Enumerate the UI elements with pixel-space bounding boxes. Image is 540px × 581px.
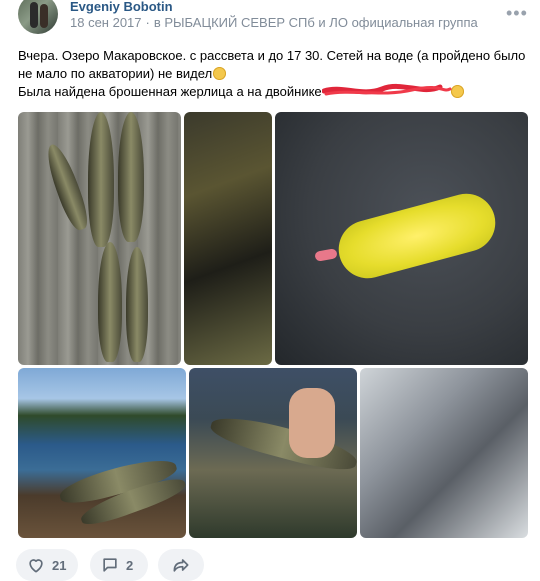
post-meta: 18 сен 2017 · в РЫБАЦКИЙ СЕВЕР СПб и ЛО оф… — [70, 15, 478, 31]
heart-icon — [29, 559, 43, 573]
group-link[interactable]: в РЫБАЦКИЙ СЕВЕР СПб и ЛО официальная гр… — [154, 15, 478, 30]
post-date[interactable]: 18 сен 2017 — [70, 15, 142, 30]
share-button[interactable] — [158, 549, 204, 581]
photo-2[interactable] — [184, 112, 272, 365]
photo-6[interactable] — [360, 368, 528, 538]
post-card: Evgeniy Bobotin 18 сен 2017 · в РЫБАЦКИЙ С… — [0, 0, 540, 581]
photo-5[interactable] — [189, 368, 357, 538]
emoji-icon — [213, 67, 227, 80]
fish-shape — [41, 140, 93, 234]
post-text-line: Вчера. Озеро Макаровское. с рассвета и д… — [18, 48, 526, 81]
author-name[interactable]: Evgeniy Bobotin — [70, 0, 173, 13]
hand-shape — [289, 388, 335, 458]
fish-shape — [118, 112, 144, 242]
photo-1[interactable] — [18, 112, 181, 365]
photo-3[interactable] — [275, 112, 528, 365]
post-text: Вчера. Озеро Макаровское. с рассвета и д… — [18, 47, 528, 101]
like-count: 21 — [52, 557, 67, 573]
fish-shape — [126, 247, 148, 362]
comment-button[interactable]: 2 — [90, 549, 148, 581]
avatar[interactable] — [18, 0, 58, 34]
post-text-line: Была найдена брошенная жерлица а на двой… — [18, 84, 322, 99]
fish-shape — [88, 112, 114, 247]
comment-icon — [103, 558, 117, 572]
avatar-figure — [40, 4, 48, 28]
red-scribble-icon — [321, 83, 452, 97]
emoji-icon — [450, 85, 464, 98]
more-icon[interactable]: ••• — [506, 4, 528, 22]
photo-4[interactable] — [18, 368, 186, 538]
share-icon — [173, 559, 189, 572]
avatar-figure — [30, 2, 38, 28]
caterpillar-shape — [332, 187, 502, 285]
fish-shape — [98, 242, 122, 362]
like-button[interactable]: 21 — [16, 549, 78, 581]
comment-count: 2 — [126, 557, 134, 573]
caterpillar-tip — [314, 248, 338, 262]
meta-separator: · — [145, 15, 150, 30]
